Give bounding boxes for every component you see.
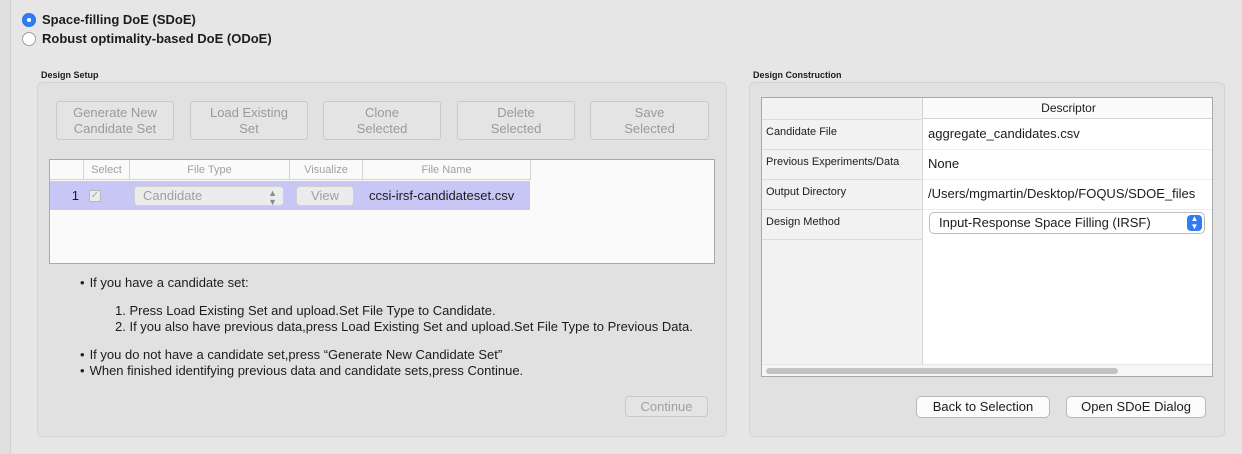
radio-sdoe[interactable]: Space-filling DoE (SDoE) [22, 12, 196, 27]
row-divider [923, 149, 1212, 150]
instruction-continue: When finished identifying previous data … [80, 363, 524, 378]
scrollbar-thumb[interactable] [766, 368, 1118, 374]
row-divider [762, 149, 923, 150]
clone-selected-button[interactable]: Clone Selected [323, 101, 441, 140]
design-setup-title: Design Setup [41, 70, 99, 80]
radio-odoe[interactable]: Robust optimality-based DoE (ODoE) [22, 31, 272, 46]
row-label-candidate-file[interactable]: Candidate File [766, 126, 837, 138]
view-button[interactable]: View [296, 185, 354, 206]
chevron-updown-icon: ▲ ▼ [268, 187, 277, 207]
row-label-previous-experiments[interactable]: Previous Experiments/Data [766, 156, 899, 168]
left-edge-strip [0, 0, 11, 454]
radio-sdoe-button[interactable] [22, 12, 36, 27]
generate-new-candidate-set-button[interactable]: Generate New Candidate Set [56, 101, 174, 140]
row-header-column [762, 98, 923, 376]
column-header-descriptor[interactable]: Descriptor [923, 98, 1212, 119]
design-construction-title: Design Construction [753, 70, 842, 80]
design-method-value: Input-Response Space Filling (IRSF) [939, 215, 1151, 230]
candidate-file-value[interactable]: aggregate_candidates.csv [928, 126, 1080, 141]
table-corner-header [50, 160, 84, 180]
instruction-have-candidate: If you have a candidate set: [80, 275, 249, 290]
radio-sdoe-label: Space-filling DoE (SDoE) [42, 12, 196, 27]
radio-odoe-button[interactable] [22, 31, 36, 46]
back-to-selection-button[interactable]: Back to Selection [916, 396, 1050, 418]
delete-selected-button[interactable]: Delete Selected [457, 101, 575, 140]
file-table[interactable]: Select File Type Visualize File Name 1 ✓… [49, 159, 715, 264]
descriptor-table[interactable]: Descriptor Candidate File aggregate_cand… [761, 97, 1213, 377]
row-divider [762, 119, 923, 120]
column-header-select[interactable]: Select [84, 160, 130, 180]
instruction-no-candidate: If you do not have a candidate set,press… [80, 347, 503, 362]
column-header-file-type[interactable]: File Type [130, 160, 290, 180]
chevron-updown-icon: ▲ ▼ [1187, 215, 1202, 231]
select-checkbox[interactable]: ✓ [89, 189, 101, 202]
previous-data-value[interactable]: None [928, 156, 959, 171]
column-header-visualize[interactable]: Visualize [290, 160, 363, 180]
horizontal-scrollbar[interactable] [762, 364, 1212, 376]
radio-odoe-label: Robust optimality-based DoE (ODoE) [42, 31, 272, 46]
file-name-cell[interactable]: ccsi-irsf-candidateset.csv [363, 181, 530, 210]
instruction-step-2: 2. If you also have previous data,press … [115, 319, 693, 334]
load-existing-set-button[interactable]: Load Existing Set [190, 101, 308, 140]
row-divider [762, 179, 923, 180]
row-divider [762, 239, 923, 240]
row-divider [923, 209, 1212, 210]
instruction-step-1: 1. Press Load Existing Set and upload.Se… [115, 303, 496, 318]
open-sdoe-dialog-button[interactable]: Open SDoE Dialog [1066, 396, 1206, 418]
design-method-select[interactable]: Input-Response Space Filling (IRSF) ▲ ▼ [929, 212, 1205, 234]
row-number[interactable]: 1 [50, 181, 83, 210]
continue-button[interactable]: Continue [625, 396, 708, 417]
file-type-value: Candidate [143, 187, 203, 203]
output-directory-value[interactable]: /Users/mgmartin/Desktop/FOQUS/SDOE_files [928, 186, 1195, 201]
row-label-design-method[interactable]: Design Method [766, 216, 840, 228]
row-divider [923, 179, 1212, 180]
table-row[interactable]: 1 ✓ Candidate ▲ ▼ View ccsi-irsf-candidat… [50, 181, 530, 210]
file-type-select[interactable]: Candidate ▲ ▼ [134, 185, 284, 207]
row-label-output-directory[interactable]: Output Directory [766, 186, 846, 198]
save-selected-button[interactable]: Save Selected [590, 101, 709, 140]
column-header-file-name[interactable]: File Name [363, 160, 531, 180]
row-divider [762, 209, 923, 210]
